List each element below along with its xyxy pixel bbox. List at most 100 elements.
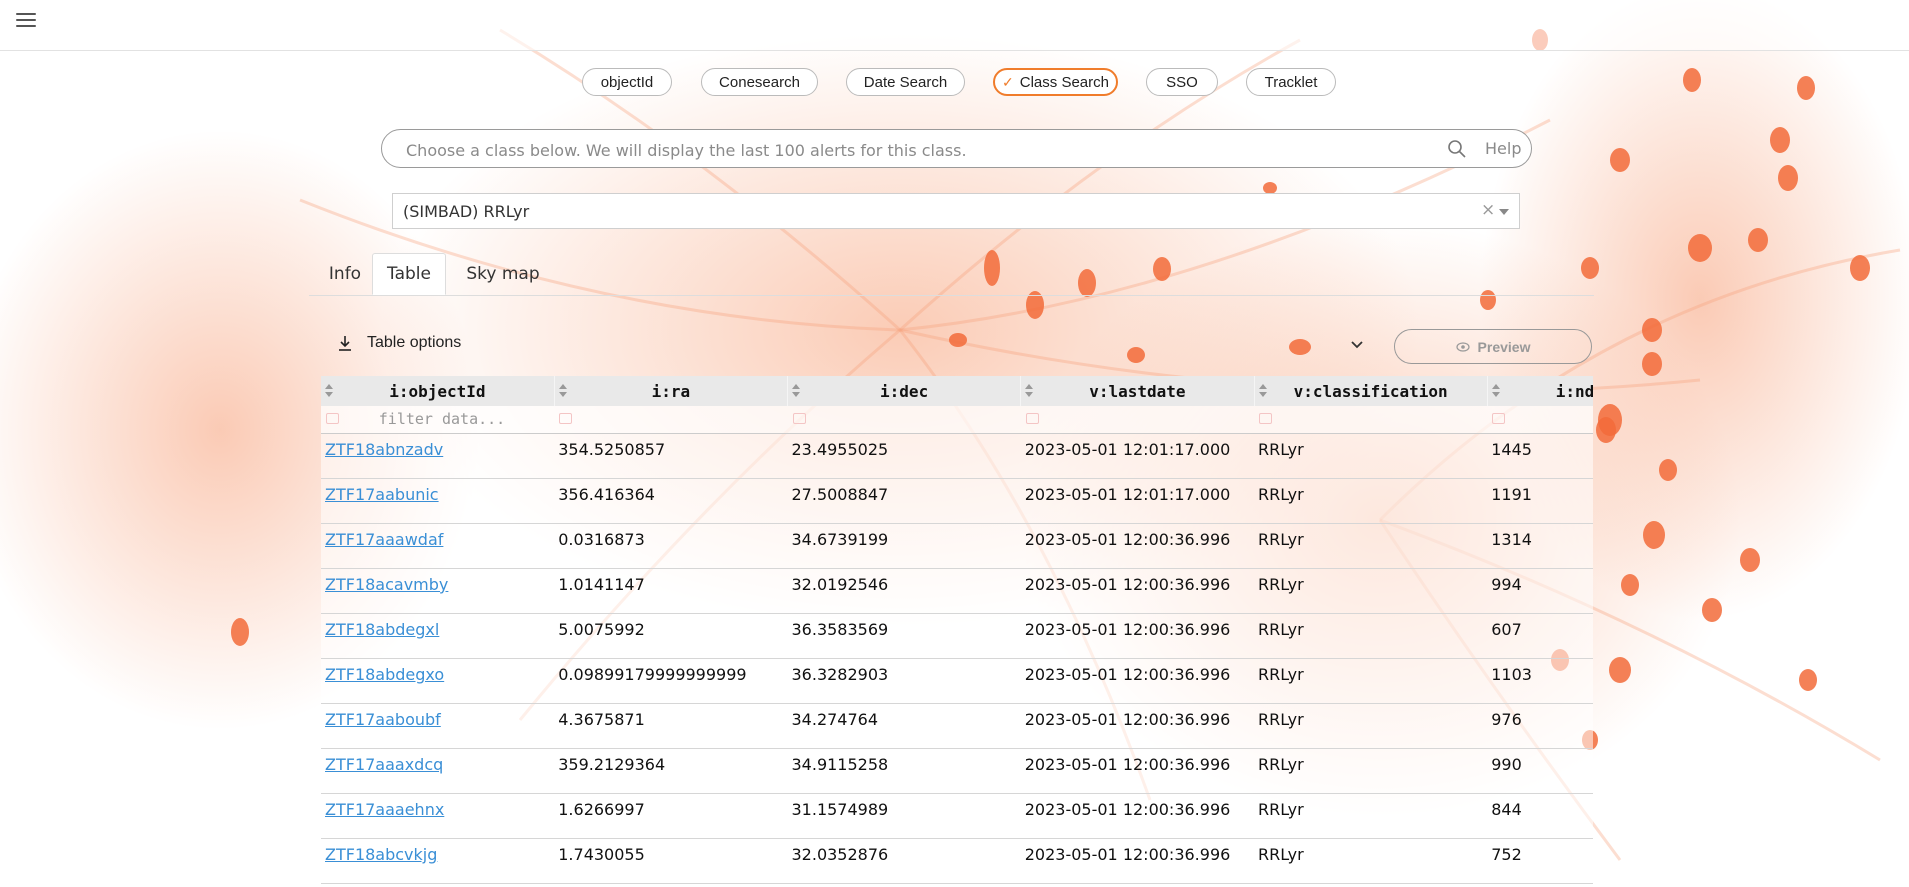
table-cell: 607 xyxy=(1487,613,1593,659)
search-bar: Help xyxy=(381,129,1532,168)
table-row: ZTF18abcvkjg 1.7430055 32.0352876 2023-05-0… xyxy=(321,838,1593,884)
filter-input[interactable] xyxy=(345,409,539,429)
column-header-ra[interactable]: i:ra xyxy=(554,376,789,406)
chip-class-search[interactable]: ✓ Class Search xyxy=(993,68,1118,96)
sort-icon[interactable] xyxy=(558,384,567,398)
sort-icon[interactable] xyxy=(1025,384,1034,398)
table-row: ZTF17aaaxdcq 359.2129364 34.9115258 2023-05… xyxy=(321,748,1593,794)
table-cell: 1.7430055 xyxy=(554,838,788,884)
help-link[interactable]: Help xyxy=(1485,139,1521,158)
filter-input[interactable] xyxy=(1044,409,1239,429)
table-cell: RRLyr xyxy=(1254,793,1488,839)
table-cell: 844 xyxy=(1487,793,1593,839)
table-cell: 1191 xyxy=(1487,478,1593,524)
table-cell: RRLyr xyxy=(1254,703,1488,749)
column-header-classification[interactable]: v:classification xyxy=(1254,376,1488,406)
filter-input[interactable] xyxy=(811,409,1006,429)
tab-info[interactable]: Info xyxy=(315,253,375,295)
object-id-link[interactable]: ZTF17aaaxdcq xyxy=(325,755,443,774)
object-id-link[interactable]: ZTF18abdegxo xyxy=(325,665,444,684)
search-icon[interactable] xyxy=(1447,139,1467,159)
table-row: ZTF17aaawdaf 0.0316873 34.6739199 2023-05-0… xyxy=(321,523,1593,569)
sort-icon[interactable] xyxy=(1258,384,1267,398)
filter-input[interactable] xyxy=(578,409,773,429)
object-id-link[interactable]: ZTF18abdegxl xyxy=(325,620,439,639)
table-cell: 752 xyxy=(1487,838,1593,884)
object-id-link[interactable]: ZTF17aaboubf xyxy=(325,710,441,729)
table-cell: 36.3583569 xyxy=(787,613,1021,659)
table-row: ZTF17aaaehnx 1.6266997 31.1574989 2023-05-0… xyxy=(321,793,1593,839)
table-cell: 32.0192546 xyxy=(787,568,1021,614)
sort-icon[interactable] xyxy=(1491,384,1500,398)
column-header-lastdate[interactable]: v:lastdate xyxy=(1020,376,1255,406)
chip-date-search[interactable]: Date Search xyxy=(846,68,965,96)
chip-tracklet[interactable]: Tracklet xyxy=(1246,68,1336,96)
table-cell: 2023-05-01 12:00:36.996 xyxy=(1020,703,1254,749)
table-cell: 34.6739199 xyxy=(787,523,1021,569)
table-cell: 2023-05-01 12:00:36.996 xyxy=(1020,793,1254,839)
search-input[interactable] xyxy=(404,138,1408,162)
sort-icon[interactable] xyxy=(325,384,333,398)
chip-objectid[interactable]: objectId xyxy=(582,68,672,96)
object-id-link[interactable]: ZTF17aaaehnx xyxy=(325,800,444,819)
results-table-container[interactable]: i:objectId i:ra i:dec v:lastdate v:class… xyxy=(321,376,1593,887)
table-cell: ZTF18abdegxl xyxy=(321,613,555,659)
table-cell: 994 xyxy=(1487,568,1593,614)
column-header-dec[interactable]: i:dec xyxy=(787,376,1022,406)
table-cell: 359.2129364 xyxy=(554,748,788,794)
table-cell: ZTF18acavmby xyxy=(321,568,555,614)
filter-input[interactable] xyxy=(1511,409,1593,429)
case-toggle-icon[interactable] xyxy=(1492,413,1506,424)
table-row: ZTF18abdegxl 5.0075992 36.3583569 2023-05-0… xyxy=(321,613,1593,659)
column-header-ndethist[interactable]: i:ndethist xyxy=(1487,376,1593,406)
object-id-link[interactable]: ZTF17aaawdaf xyxy=(325,530,443,549)
search-mode-chips: objectId Conesearch Date Search ✓ Class S… xyxy=(0,68,1909,98)
clear-icon[interactable]: × xyxy=(1481,200,1495,220)
table-cell: ZTF17aaawdaf xyxy=(321,523,555,569)
table-cell: 27.5008847 xyxy=(787,478,1021,524)
class-select[interactable]: (SIMBAD) RRLyr × xyxy=(392,193,1520,229)
object-id-link[interactable]: ZTF18abcvkjg xyxy=(325,845,437,864)
table-cell: 2023-05-01 12:00:36.996 xyxy=(1020,568,1254,614)
filter-input[interactable] xyxy=(1278,409,1472,429)
chip-conesearch[interactable]: Conesearch xyxy=(701,68,818,96)
table-cell: 34.274764 xyxy=(787,703,1021,749)
object-id-link[interactable]: ZTF17aabunic xyxy=(325,485,439,504)
table-cell: 31.1574989 xyxy=(787,793,1021,839)
case-toggle-icon[interactable] xyxy=(1025,413,1039,424)
table-cell: 2023-05-01 12:00:36.996 xyxy=(1020,658,1254,704)
preview-button[interactable]: Preview xyxy=(1394,329,1592,364)
table-cell: RRLyr xyxy=(1254,748,1488,794)
case-toggle-icon[interactable] xyxy=(559,413,573,424)
object-id-link[interactable]: ZTF18abnzadv xyxy=(325,440,443,459)
table-cell: ZTF17aaaxdcq xyxy=(321,748,555,794)
table-cell: 990 xyxy=(1487,748,1593,794)
tab-sky-map[interactable]: Sky map xyxy=(447,253,559,295)
column-header-objectid[interactable]: i:objectId xyxy=(321,376,555,406)
tab-table[interactable]: Table xyxy=(372,253,446,295)
case-toggle-icon[interactable] xyxy=(1259,413,1272,424)
filter-cell xyxy=(1254,406,1488,434)
table-cell: 36.3282903 xyxy=(787,658,1021,704)
object-id-link[interactable]: ZTF18acavmby xyxy=(325,575,448,594)
filter-cell xyxy=(1020,406,1254,434)
sort-icon[interactable] xyxy=(792,384,800,398)
table-cell: 2023-05-01 12:00:36.996 xyxy=(1020,613,1254,659)
case-toggle-icon[interactable] xyxy=(326,413,339,424)
chevron-down-icon[interactable] xyxy=(1350,340,1364,350)
check-icon: ✓ xyxy=(1002,73,1014,90)
table-cell: 0.0316873 xyxy=(554,523,788,569)
table-options-button[interactable]: Table options xyxy=(337,334,461,352)
table-row: ZTF17aaboubf 4.3675871 34.274764 2023-05-01… xyxy=(321,703,1593,749)
class-select-value: (SIMBAD) RRLyr xyxy=(403,202,530,221)
table-cell: 1314 xyxy=(1487,523,1593,569)
dropdown-caret-icon[interactable] xyxy=(1499,209,1509,215)
table-cell: RRLyr xyxy=(1254,613,1488,659)
table-cell: ZTF18abnzadv xyxy=(321,433,555,479)
chip-sso[interactable]: SSO xyxy=(1146,68,1218,96)
table-toolbar: Table options Preview xyxy=(321,326,1593,366)
case-toggle-icon[interactable] xyxy=(792,413,806,424)
download-icon xyxy=(339,336,351,351)
table-cell: RRLyr xyxy=(1254,523,1488,569)
table-cell: 0.09899179999999999 xyxy=(554,658,788,704)
